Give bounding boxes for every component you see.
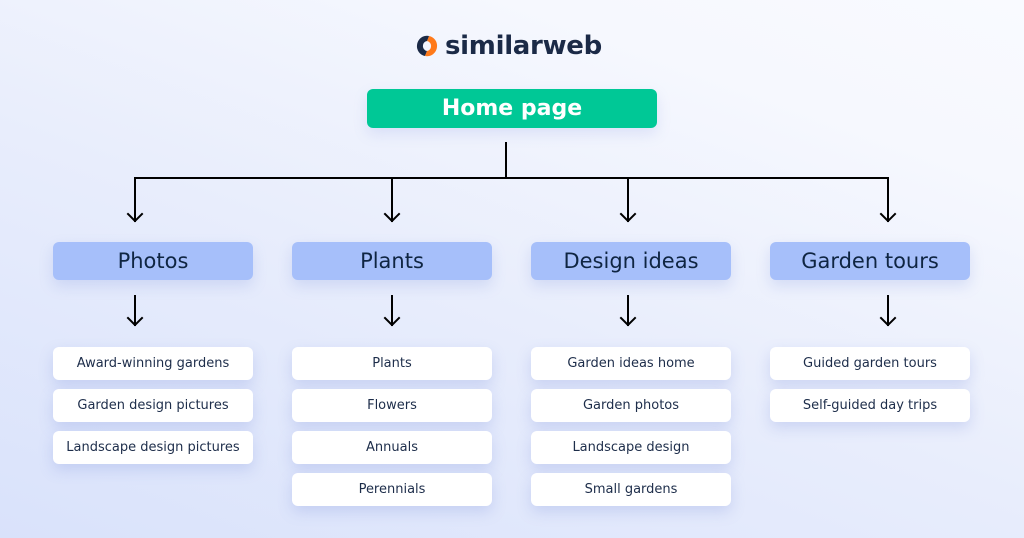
list-item: Garden design pictures <box>53 389 253 422</box>
arrow-to-garden-tours <box>879 177 897 223</box>
list-item: Landscape design pictures <box>53 431 253 464</box>
arrow-design-items <box>619 295 637 327</box>
arrow-tours-items <box>879 295 897 327</box>
list-item: Landscape design <box>531 431 731 464</box>
list-item: Flowers <box>292 389 492 422</box>
list-item: Small gardens <box>531 473 731 506</box>
list-item: Award-winning gardens <box>53 347 253 380</box>
list-item: Guided garden tours <box>770 347 970 380</box>
list-item: Perennials <box>292 473 492 506</box>
arrow-to-photos <box>126 177 144 223</box>
list-item: Plants <box>292 347 492 380</box>
list-item: Garden photos <box>531 389 731 422</box>
list-item: Garden ideas home <box>531 347 731 380</box>
arrow-to-plants <box>383 177 401 223</box>
category-plants: Plants <box>292 242 492 280</box>
arrow-to-design-ideas <box>619 177 637 223</box>
list-item: Self-guided day trips <box>770 389 970 422</box>
category-design-ideas: Design ideas <box>531 242 731 280</box>
list-item: Annuals <box>292 431 492 464</box>
category-photos: Photos <box>53 242 253 280</box>
category-garden-tours: Garden tours <box>770 242 970 280</box>
arrow-photos-items <box>126 295 144 327</box>
arrow-plants-items <box>383 295 401 327</box>
